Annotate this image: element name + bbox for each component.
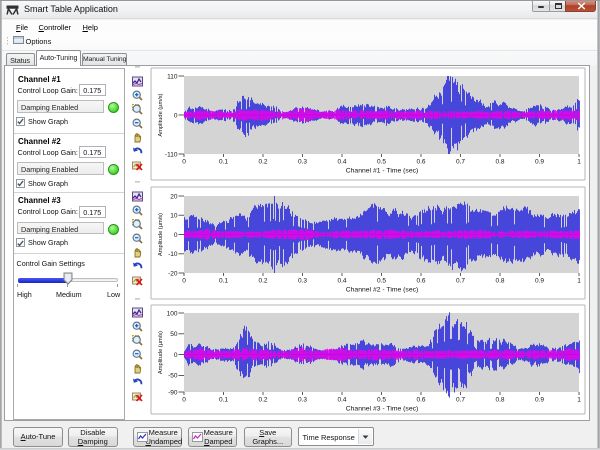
svg-text:0: 0 [174,112,178,119]
svg-text:1: 1 [577,278,581,285]
svg-text:-10: -10 [168,251,178,258]
svg-text:0.6: 0.6 [416,159,425,166]
svg-text:1: 1 [577,159,581,166]
svg-text:Channel #2 - Time (sec): Channel #2 - Time (sec) [346,287,419,294]
svg-text:Amplitude (µm/s): Amplitude (µm/s) [158,93,164,136]
svg-text:0.1: 0.1 [219,397,228,404]
svg-text:Amplitude (µm/s): Amplitude (µm/s) [158,331,164,374]
svg-text:0.7: 0.7 [456,159,465,166]
svg-text:0.9: 0.9 [535,278,544,285]
svg-text:0.5: 0.5 [377,278,386,285]
svg-text:-20: -20 [168,270,178,277]
svg-text:0.5: 0.5 [377,397,386,404]
svg-text:0: 0 [174,232,178,239]
svg-text:110: 110 [167,73,178,80]
svg-text:-50: -50 [168,373,178,380]
svg-text:100: 100 [167,310,178,317]
svg-text:0.2: 0.2 [258,397,267,404]
svg-text:0: 0 [182,278,186,285]
svg-text:0.4: 0.4 [337,278,346,285]
svg-text:0.1: 0.1 [219,278,228,285]
svg-text:0.8: 0.8 [495,278,504,285]
svg-text:0.7: 0.7 [456,278,465,285]
svg-text:0.4: 0.4 [337,397,346,404]
svg-text:0.8: 0.8 [495,397,504,404]
svg-text:0: 0 [174,352,178,359]
svg-text:0.1: 0.1 [219,159,228,166]
svg-text:0: 0 [182,159,186,166]
svg-text:0.9: 0.9 [535,397,544,404]
svg-text:0: 0 [182,397,186,404]
svg-text:0.7: 0.7 [456,397,465,404]
svg-text:0.2: 0.2 [258,159,267,166]
svg-text:20: 20 [170,193,178,200]
svg-text:0.9: 0.9 [535,159,544,166]
svg-text:0.2: 0.2 [258,278,267,285]
svg-text:0.3: 0.3 [298,397,307,404]
svg-text:Channel #1 - Time (sec): Channel #1 - Time (sec) [346,168,419,175]
svg-text:0.3: 0.3 [298,278,307,285]
svg-text:0.3: 0.3 [298,159,307,166]
svg-text:Channel #3 - Time (sec): Channel #3 - Time (sec) [346,406,419,413]
svg-text:0.6: 0.6 [416,278,425,285]
svg-text:-90: -90 [168,389,178,396]
svg-text:0.8: 0.8 [495,159,504,166]
svg-text:1: 1 [577,397,581,404]
svg-text:0.5: 0.5 [377,159,386,166]
svg-text:-110: -110 [165,151,178,158]
svg-text:Amplitude (µm/s): Amplitude (µm/s) [158,213,164,256]
svg-text:0.6: 0.6 [416,397,425,404]
svg-text:10: 10 [170,213,178,220]
svg-text:50: 50 [170,331,178,338]
svg-text:0.4: 0.4 [337,159,346,166]
